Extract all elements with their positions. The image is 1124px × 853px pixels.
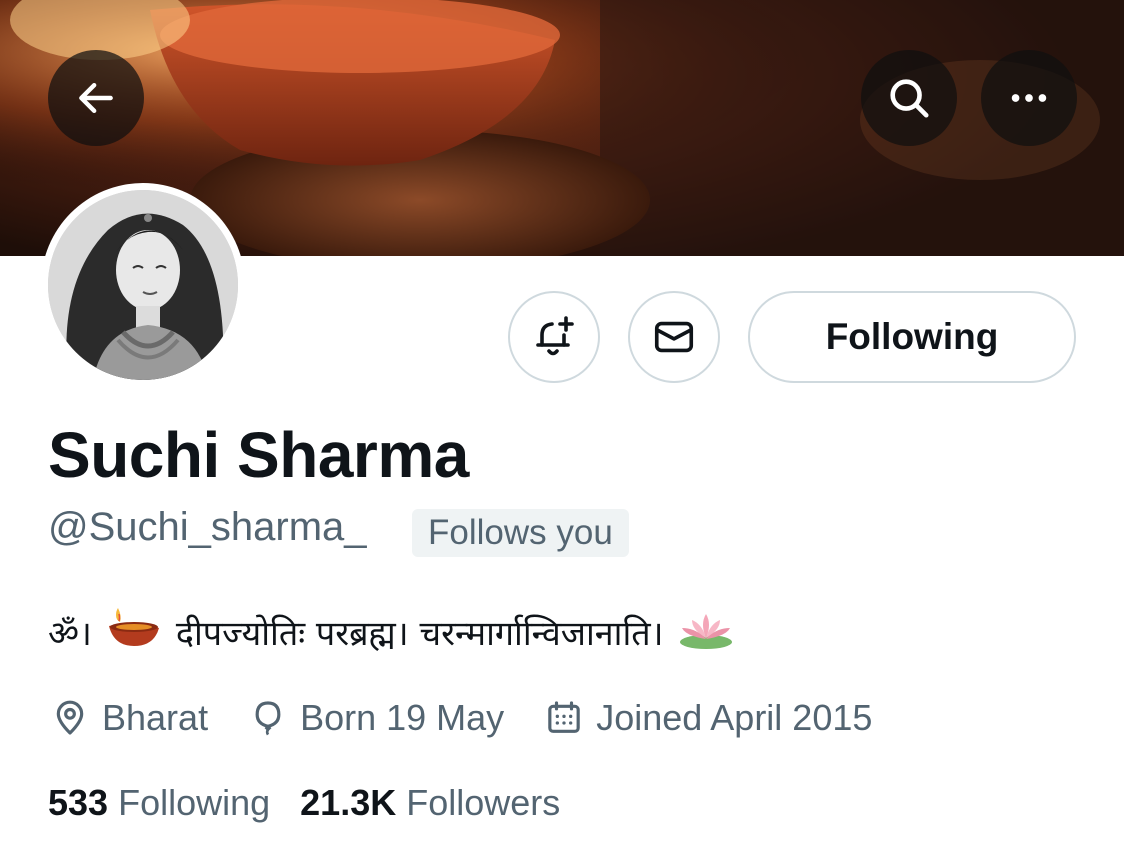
portrait-illustration	[48, 190, 238, 380]
location-pin-icon	[56, 700, 84, 735]
following-count: 533	[48, 782, 109, 823]
search-icon	[890, 79, 929, 118]
avatar[interactable]	[41, 183, 245, 387]
message-button[interactable]	[628, 291, 720, 383]
balloon-icon	[255, 701, 281, 736]
followers-count: 21.3K	[300, 782, 397, 823]
bio-sanskrit-text: दीपज्योतिः परब्रह्म। चरन्मार्गान्विजानात…	[175, 614, 664, 654]
following-label: Following	[118, 782, 271, 823]
arrow-left-icon	[79, 82, 113, 114]
username-handle: @Suchi_sharma_	[48, 505, 367, 549]
diya-lamp-icon	[106, 606, 162, 659]
bio-om-text: ॐ।	[48, 614, 92, 654]
envelope-icon	[654, 321, 694, 353]
birthday: Born 19 May	[248, 697, 504, 739]
following-count-link[interactable]: 533 Following	[48, 782, 270, 824]
notifications-button[interactable]	[508, 291, 600, 383]
followers-label: Followers	[406, 782, 561, 823]
join-date-text: Joined April 2015	[596, 697, 873, 738]
follow-stats: 533 Following 21.3K Followers	[48, 778, 590, 828]
location-text: Bharat	[102, 697, 209, 738]
calendar-icon	[548, 701, 580, 733]
more-options-button[interactable]	[981, 50, 1077, 146]
birthday-text: Born 19 May	[300, 697, 505, 738]
join-date: Joined April 2015	[544, 697, 872, 739]
follows-you-badge: Follows you	[412, 509, 629, 557]
location: Bharat	[50, 697, 208, 739]
search-button[interactable]	[861, 50, 957, 146]
followers-count-link[interactable]: 21.3K Followers	[300, 782, 560, 824]
bio: ॐ। दीपज्योतिः परब्रह्म। चरन्मार्गान्विजा…	[48, 604, 748, 660]
following-button[interactable]: Following	[748, 291, 1076, 383]
avatar-image	[48, 190, 238, 380]
display-name: Suchi Sharma	[48, 419, 469, 491]
more-horizontal-icon	[1011, 94, 1047, 102]
bell-plus-icon	[536, 316, 574, 356]
profile-meta: Bharat Born 19 May Joined April 2015	[50, 692, 912, 744]
back-button[interactable]	[48, 50, 144, 146]
lotus-icon	[678, 606, 734, 659]
